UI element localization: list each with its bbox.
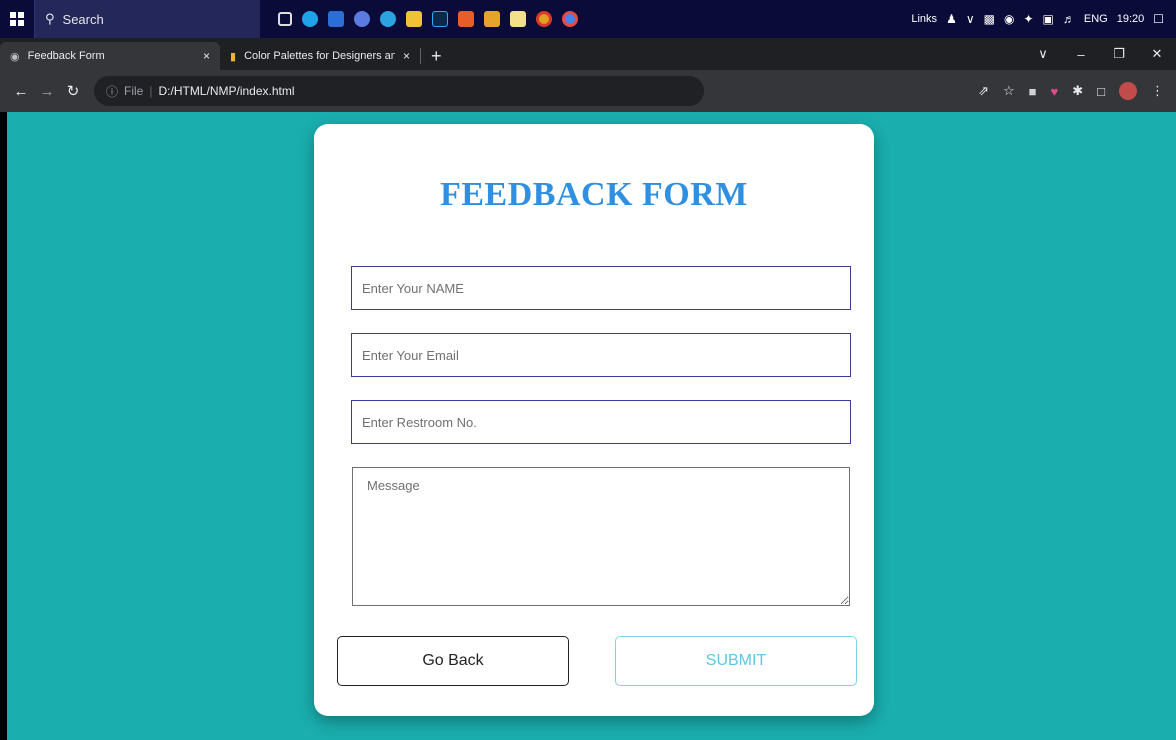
tab-title: Color Palettes for Designers and xyxy=(244,50,395,62)
chrome-icon[interactable] xyxy=(536,11,552,27)
minimize-icon[interactable]: – xyxy=(1062,47,1100,62)
heart-extension-icon[interactable]: ♥ xyxy=(1051,84,1059,99)
url-scheme: File xyxy=(124,84,144,98)
profile-avatar[interactable] xyxy=(1119,82,1137,100)
tray-language[interactable]: ENG xyxy=(1084,13,1108,25)
tray-links[interactable]: Links xyxy=(911,13,937,25)
tab-color-palettes[interactable]: ▮ Color Palettes for Designers and × xyxy=(220,42,420,70)
system-tray: Links ♟ ∨ ▩ ◉ ✦ ▣ ♬ ENG 19:20 ☐ xyxy=(911,0,1176,38)
page-viewport: FEEDBACK FORM Go Back SUBMIT xyxy=(7,112,1176,740)
restroom-input[interactable] xyxy=(351,400,851,444)
chevron-up-icon[interactable]: ∨ xyxy=(966,12,975,26)
taskbar-search-label: Search xyxy=(62,11,104,27)
wifi-icon[interactable]: ✦ xyxy=(1023,12,1033,26)
battery-icon[interactable]: ▩ xyxy=(984,12,995,26)
go-back-button[interactable]: Go Back xyxy=(337,636,569,686)
extension-icon[interactable]: ■ xyxy=(1029,84,1037,99)
app2-icon[interactable] xyxy=(458,11,474,27)
edge-icon[interactable] xyxy=(302,11,318,27)
windows-icon xyxy=(10,12,24,26)
window-controls: ∨ – ❐ ✕ xyxy=(1024,38,1176,70)
taskbar-search[interactable]: ⚲ Search xyxy=(34,0,260,38)
message-textarea[interactable] xyxy=(352,467,850,606)
task-view-icon[interactable] xyxy=(278,12,292,26)
chrome-profile-icon[interactable] xyxy=(562,11,578,27)
start-button[interactable] xyxy=(0,0,34,38)
app-icon[interactable] xyxy=(354,11,370,27)
url-separator: | xyxy=(149,84,153,98)
tab-title: Feedback Form xyxy=(27,50,105,62)
side-panel-icon[interactable]: □ xyxy=(1097,84,1105,99)
taskbar-apps xyxy=(278,0,578,38)
name-input[interactable] xyxy=(351,266,851,310)
network-icon[interactable]: ◉ xyxy=(1004,12,1014,26)
device-icon[interactable]: ▣ xyxy=(1043,12,1054,26)
reload-icon[interactable]: ↻ xyxy=(60,82,86,100)
telegram-icon[interactable] xyxy=(380,11,396,27)
notepad-icon[interactable] xyxy=(510,11,526,27)
puzzle-icon[interactable]: ✱ xyxy=(1072,83,1083,99)
url-text: D:/HTML/NMP/index.html xyxy=(158,84,295,98)
people-icon[interactable]: ♟ xyxy=(946,12,957,26)
restore-icon[interactable]: ❐ xyxy=(1100,46,1138,62)
email-input[interactable] xyxy=(351,333,851,377)
browser-tab-strip: ◉ Feedback Form × ▮ Color Palettes for D… xyxy=(0,38,1176,70)
volume-icon[interactable]: ♬ xyxy=(1063,12,1075,26)
sublime-icon[interactable] xyxy=(484,11,500,27)
forward-arrow-icon[interactable]: → xyxy=(34,83,60,100)
close-tab-icon[interactable]: × xyxy=(403,49,410,63)
globe-icon: ◉ xyxy=(10,50,20,63)
search-icon: ⚲ xyxy=(45,11,55,26)
notifications-icon[interactable]: ☐ xyxy=(1153,12,1164,26)
close-window-icon[interactable]: ✕ xyxy=(1138,46,1176,62)
back-arrow-icon[interactable]: ← xyxy=(8,83,34,100)
tab-search-icon[interactable]: ∨ xyxy=(1024,46,1062,62)
close-tab-icon[interactable]: × xyxy=(203,49,210,63)
palette-icon: ▮ xyxy=(230,50,237,63)
file-explorer-icon[interactable] xyxy=(406,11,422,27)
extensions-area: ⇗ ☆ ■ ♥ ✱ □ ⋮ xyxy=(978,82,1176,100)
share-icon[interactable]: ⇗ xyxy=(978,83,989,99)
form-title: FEEDBACK FORM xyxy=(440,176,748,213)
store-icon[interactable] xyxy=(328,11,344,27)
menu-kebab-icon[interactable]: ⋮ xyxy=(1151,83,1164,99)
browser-toolbar: ← → ↻ ⓘ File | D:/HTML/NMP/index.html ⇗ … xyxy=(0,70,1176,112)
tray-clock[interactable]: 19:20 xyxy=(1117,13,1145,25)
submit-button[interactable]: SUBMIT xyxy=(615,636,857,686)
feedback-card: FEEDBACK FORM Go Back SUBMIT xyxy=(314,124,874,716)
tab-feedback-form[interactable]: ◉ Feedback Form × xyxy=(0,42,220,70)
bookmark-star-icon[interactable]: ☆ xyxy=(1003,83,1015,99)
windows-taskbar: ⚲ Search Links ♟ ∨ ▩ ◉ ✦ ▣ ♬ ENG 19:20 ☐ xyxy=(0,0,1176,38)
new-tab-button[interactable]: + xyxy=(421,42,452,70)
info-icon[interactable]: ⓘ xyxy=(106,83,118,100)
address-bar[interactable]: ⓘ File | D:/HTML/NMP/index.html xyxy=(94,76,704,106)
photoshop-icon[interactable] xyxy=(432,11,448,27)
